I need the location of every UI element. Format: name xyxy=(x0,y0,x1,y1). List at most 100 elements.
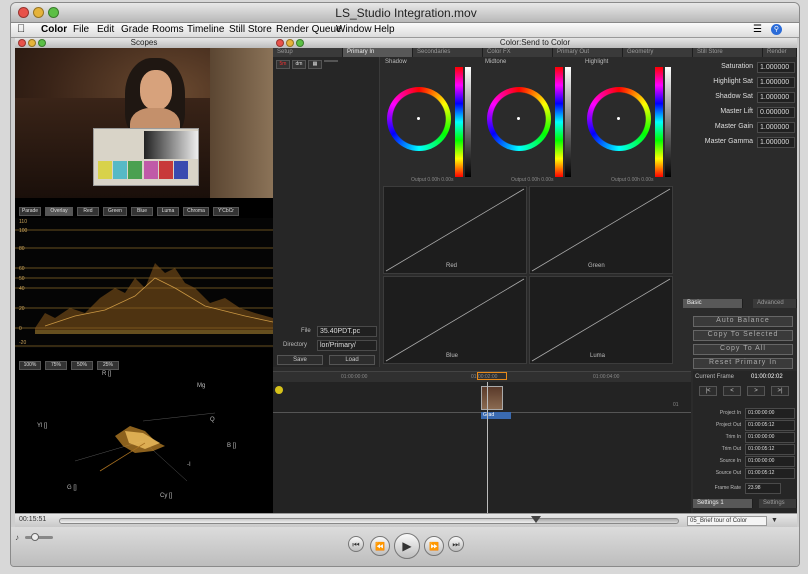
project-in-field[interactable]: 01:00:00:00 xyxy=(745,408,795,419)
basic-tab[interactable]: Basic xyxy=(683,299,743,308)
spotlight-icon[interactable]: ⚲ xyxy=(771,24,782,35)
menu-edit[interactable]: Edit xyxy=(97,24,114,35)
scopes-close-button[interactable] xyxy=(18,39,26,47)
clip-thumbnail[interactable] xyxy=(481,386,503,410)
highlight-color-wheel[interactable] xyxy=(587,87,651,151)
apple-menu-icon[interactable]:  xyxy=(17,23,25,35)
zoom-75-button[interactable]: 75% xyxy=(45,361,67,370)
settings-2-tab[interactable]: Settings xyxy=(759,499,797,508)
file-field[interactable]: 35.40PDT.pc xyxy=(317,326,377,337)
color-close-button[interactable] xyxy=(276,39,284,47)
color-minimize-button[interactable] xyxy=(286,39,294,47)
luma-button[interactable]: Luma xyxy=(157,207,179,216)
copy-to-all-button[interactable]: Copy To All xyxy=(693,344,793,355)
skip-back-button[interactable]: ⏮ xyxy=(348,536,364,552)
red-button[interactable]: Red xyxy=(77,207,99,216)
project-out-field[interactable]: 01:00:05:12 xyxy=(745,420,795,431)
master-gamma-field[interactable]: 1.000000 xyxy=(757,137,795,148)
copy-to-selected-button[interactable]: Copy To Selected xyxy=(693,330,793,341)
scrub-track[interactable] xyxy=(59,516,679,524)
window-titlebar[interactable]: LS_Studio Integration.mov xyxy=(11,3,799,23)
tab-primary-out[interactable]: Primary Out xyxy=(553,48,623,57)
color-zoom-button[interactable] xyxy=(296,39,304,47)
midtone-wheel-puck[interactable] xyxy=(517,117,520,120)
blue-curve[interactable]: Blue xyxy=(383,276,527,364)
blue-button[interactable]: Blue xyxy=(131,207,153,216)
rewind-button[interactable]: ⏪ xyxy=(370,536,390,556)
playhead[interactable] xyxy=(487,382,488,514)
toolbar-btn-5m[interactable]: 5m xyxy=(276,60,290,69)
go-start-button[interactable]: |< xyxy=(699,386,717,396)
chapter-popup[interactable]: 05_Brief tour of Color xyxy=(687,516,767,526)
trim-out-field[interactable]: 01:00:05:12 xyxy=(745,444,795,455)
directory-field[interactable]: lor/Primary/ xyxy=(317,340,377,351)
menu-grade[interactable]: Grade xyxy=(121,24,149,35)
shadow-luma-bar[interactable] xyxy=(465,67,471,177)
next-frame-button[interactable]: > xyxy=(747,386,765,396)
save-button[interactable]: Save xyxy=(277,355,323,365)
menu-rooms[interactable]: Rooms xyxy=(152,24,184,35)
scopes-zoom-button[interactable] xyxy=(38,39,46,47)
red-curve[interactable]: Red xyxy=(383,186,527,274)
source-out-field[interactable]: 01:00:05:12 xyxy=(745,468,795,479)
volume-icon[interactable]: ♪ xyxy=(15,533,19,542)
settings-1-tab[interactable]: Settings 1 xyxy=(693,499,753,508)
zoom-50-button[interactable]: 50% xyxy=(71,361,93,370)
skip-forward-button[interactable]: ⏭ xyxy=(448,536,464,552)
timeline-range-marker[interactable] xyxy=(477,372,507,380)
chapter-popup-arrow-icon[interactable]: ▼ xyxy=(771,517,778,524)
tab-setup[interactable]: Setup xyxy=(273,48,343,57)
zoom-100-button[interactable]: 100% xyxy=(19,361,41,370)
tab-geometry[interactable]: Geometry xyxy=(623,48,693,57)
midtone-luma-bar[interactable] xyxy=(565,67,571,177)
clip-grade-bar[interactable]: Grad xyxy=(481,412,511,419)
luma-curve[interactable]: Luma xyxy=(529,276,673,364)
menu-help[interactable]: Help xyxy=(374,24,395,35)
chroma-button[interactable]: Chroma xyxy=(183,207,209,216)
advanced-tab[interactable]: Advanced xyxy=(753,299,797,308)
tab-secondaries[interactable]: Secondaries xyxy=(413,48,483,57)
midtone-hue-bar[interactable] xyxy=(555,67,563,177)
toolbar-btn-dm[interactable]: dm xyxy=(292,60,306,69)
tab-render[interactable]: Render xyxy=(763,48,797,57)
menu-window[interactable]: Window xyxy=(336,24,372,35)
tab-primary-in[interactable]: Primary In xyxy=(343,48,413,57)
prev-frame-button[interactable]: < xyxy=(723,386,741,396)
menu-render-queue[interactable]: Render Queue xyxy=(276,24,342,35)
highlight-sat-field[interactable]: 1.000000 xyxy=(757,77,795,88)
play-button[interactable]: ▶ xyxy=(394,533,420,559)
midtone-color-wheel[interactable] xyxy=(487,87,551,151)
scrub-playhead[interactable] xyxy=(530,516,541,523)
blank-toolbar-button[interactable] xyxy=(324,60,338,62)
volume-knob[interactable] xyxy=(30,533,39,541)
menu-still-store[interactable]: Still Store xyxy=(229,24,272,35)
shadow-hue-bar[interactable] xyxy=(455,67,463,177)
grid-icon[interactable]: ▦ xyxy=(308,60,322,69)
wifi-icon[interactable]: ☰ xyxy=(753,24,762,35)
shadow-wheel-puck[interactable] xyxy=(417,117,420,120)
auto-balance-button[interactable]: Auto Balance xyxy=(693,316,793,327)
scopes-minimize-button[interactable] xyxy=(28,39,36,47)
overlay-button[interactable]: Overlay xyxy=(45,207,73,216)
go-end-button[interactable]: >| xyxy=(771,386,789,396)
timeline[interactable]: 01:00:00:00 01:00:02:00 01:00:04:00 Grad… xyxy=(273,371,691,514)
highlight-luma-bar[interactable] xyxy=(665,67,671,177)
green-curve[interactable]: Green xyxy=(529,186,673,274)
shadow-sat-field[interactable]: 1.000000 xyxy=(757,92,795,103)
green-button[interactable]: Green xyxy=(103,207,127,216)
fast-forward-button[interactable]: ⏩ xyxy=(424,536,444,556)
zoom-25-button[interactable]: 25% xyxy=(97,361,119,370)
highlight-hue-bar[interactable] xyxy=(655,67,663,177)
master-lift-field[interactable]: 0.000000 xyxy=(757,107,795,118)
parade-button[interactable]: Parade xyxy=(19,207,41,216)
tab-color-fx[interactable]: Color FX xyxy=(483,48,553,57)
highlight-wheel-puck[interactable] xyxy=(617,117,620,120)
menu-timeline[interactable]: Timeline xyxy=(187,24,224,35)
reset-primary-in-button[interactable]: Reset Primary In xyxy=(693,358,793,369)
volume-slider[interactable] xyxy=(25,533,53,541)
track-lock-icon[interactable] xyxy=(275,386,283,394)
frame-rate-field[interactable]: 23.98 xyxy=(745,483,781,494)
menu-color[interactable]: Color xyxy=(41,24,67,35)
master-gain-field[interactable]: 1.000000 xyxy=(757,122,795,133)
saturation-field[interactable]: 1.000000 xyxy=(757,62,795,73)
